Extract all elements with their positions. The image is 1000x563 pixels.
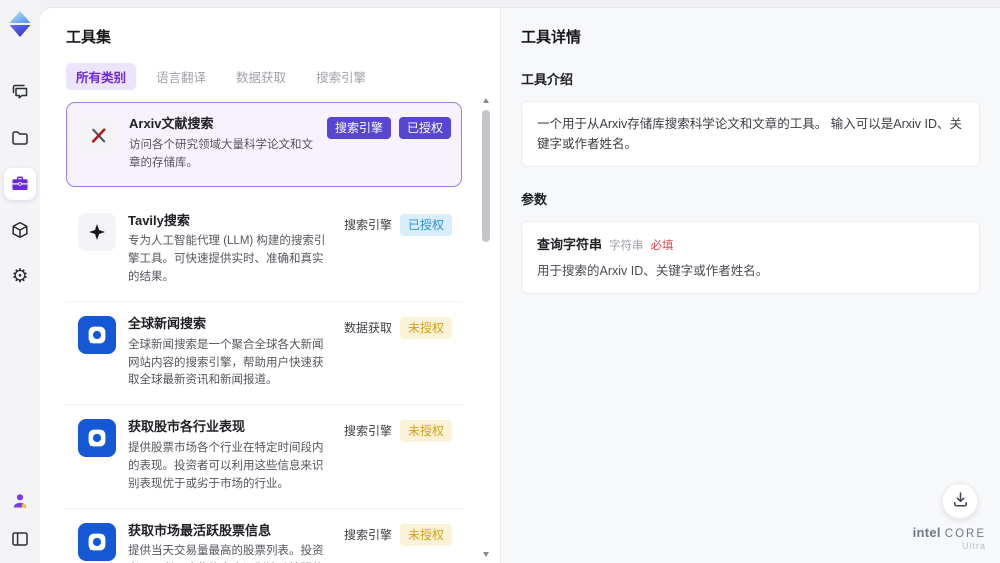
sidebar-item-settings[interactable]: ⚙ [4,260,36,292]
category-badge: 搜索引擎 [343,424,392,439]
globalnews-logo-icon [78,315,116,354]
app-window: ⚙ 工具集 所有类别 语言翻译 数据获取 搜索引擎 Arxiv文献搜索 访问各个… [0,0,1000,563]
tool-name: 获取市场最活跃股票信息 [128,522,272,538]
tools-list-panel: 工具集 所有类别 语言翻译 数据获取 搜索引擎 Arxiv文献搜索 访问各个研究… [40,8,500,563]
chat-icon [10,82,30,102]
auth-status-badge: 未授权 [399,523,452,546]
category-badge: 数据获取 [343,320,392,335]
tool-list-item[interactable]: 全球新闻搜索 全球新闻搜索是一个聚合全球各大新闻网站内容的搜索引擎，帮助用户快速… [66,302,462,406]
cube-icon [10,220,30,240]
tool-name: Arxiv文献搜索 [129,116,214,131]
tab-language-translation[interactable]: 语言翻译 [146,63,216,90]
panel-toggle-icon [10,529,30,549]
tool-list-item[interactable]: 获取股市各行业表现 提供股票市场各个行业在特定时间段内的表现。投资者可以利用这些… [66,405,462,509]
tool-description: 专为人工智能代理 (LLM) 构建的搜索引擎工具。可快速提供实时、准确和真实的结… [128,235,326,284]
scrollbar-down-arrow-icon[interactable] [483,552,489,557]
tool-name: Tavily搜索 [128,212,190,228]
panel-toggle-button[interactable] [4,523,36,555]
gear-icon: ⚙ [11,265,29,287]
tool-name: 全球新闻搜索 [128,315,207,331]
main-area: 工具集 所有类别 语言翻译 数据获取 搜索引擎 Arxiv文献搜索 访问各个研究… [40,0,1000,563]
tab-data-acquisition[interactable]: 数据获取 [226,63,296,90]
auth-status-badge: 未授权 [399,316,452,339]
tool-name: 获取股市各行业表现 [128,419,246,435]
intel-core-logo: intel CORE Ultra [912,525,986,551]
folder-icon [10,128,30,148]
scrollbar-thumb[interactable] [482,110,490,242]
arxiv-logo-icon [79,116,117,154]
category-tabs: 所有类别 语言翻译 数据获取 搜索引擎 [66,63,476,90]
user-icon [10,491,30,511]
tool-description: 访问各个研究领域大量科学论文和文章的存储库。 [129,138,313,169]
tavily-logo-icon [78,212,116,251]
auth-status-badge: 已授权 [399,213,452,236]
tab-all-categories[interactable]: 所有类别 [66,63,137,90]
tool-list: Arxiv文献搜索 访问各个研究领域大量科学论文和文章的存储库。 搜索引擎 已授… [66,102,476,563]
sidebar-item-files[interactable] [4,122,36,154]
param-box: 查询字符串 字符串 必填 用于搜索的Arxiv ID、关键字或作者姓名。 [521,221,980,294]
tool-description: 提供股票市场各个行业在特定时间段内的表现。投资者可以利用这些信息来识别表现优于或… [128,442,324,490]
tool-description: 全球新闻搜索是一个聚合全球各大新闻网站内容的搜索引擎，帮助用户快速获取全球最新资… [128,338,324,387]
download-icon [951,490,970,512]
tool-list-item[interactable]: 获取市场最活跃股票信息 提供当天交易量最高的股票列表。投资者可以利用这些信息来识… [66,509,462,563]
intro-heading: 工具介绍 [521,72,574,87]
sidebar-item-tools[interactable] [4,168,36,200]
tool-detail-panel: 工具详情 工具介绍 一个用于从Arxiv存储库搜索科学论文和文章的工具。 输入可… [500,8,1000,563]
param-required-badge: 必填 [650,240,674,252]
scrollbar[interactable] [482,98,491,557]
intro-text: 一个用于从Arxiv存储库搜索科学论文和文章的工具。 输入可以是Arxiv ID… [537,117,963,151]
sidebar-item-plugins[interactable] [4,214,36,246]
tool-list-item[interactable]: Tavily搜索 专为人工智能代理 (LLM) 构建的搜索引擎工具。可快速提供实… [66,199,462,302]
scrollbar-up-arrow-icon[interactable] [483,98,489,103]
globalnews-logo-icon [78,419,116,458]
globalnews-logo-icon [78,522,116,561]
page-title: 工具集 [66,29,112,46]
tool-list-item[interactable]: Arxiv文献搜索 访问各个研究领域大量科学论文和文章的存储库。 搜索引擎 已授… [66,102,462,187]
param-type: 字符串 [609,240,644,252]
nav-rail: ⚙ [0,0,40,563]
detail-title: 工具详情 [521,29,582,46]
user-avatar-button[interactable] [4,485,36,517]
tab-search-engine[interactable]: 搜索引擎 [306,63,376,90]
tool-description: 提供当天交易量最高的股票列表。投资者可以利用这些信息来识别流动性强的股票和潜在的… [128,545,324,558]
category-badge: 搜索引擎 [326,117,391,139]
param-desc: 用于搜索的Arxiv ID、关键字或作者姓名。 [537,264,769,278]
params-heading: 参数 [521,192,548,207]
param-name: 查询字符串 [537,237,603,252]
category-badge: 搜索引擎 [343,217,392,232]
auth-status-badge: 未授权 [399,420,452,443]
intro-box: 一个用于从Arxiv存储库搜索科学论文和文章的工具。 输入可以是Arxiv ID… [521,101,980,167]
sidebar-item-chat[interactable] [4,76,36,108]
toolbox-icon [10,174,30,194]
download-button[interactable] [942,483,978,519]
app-logo-icon [6,10,34,38]
auth-status-badge: 已授权 [398,117,451,139]
category-badge: 搜索引擎 [343,527,392,542]
